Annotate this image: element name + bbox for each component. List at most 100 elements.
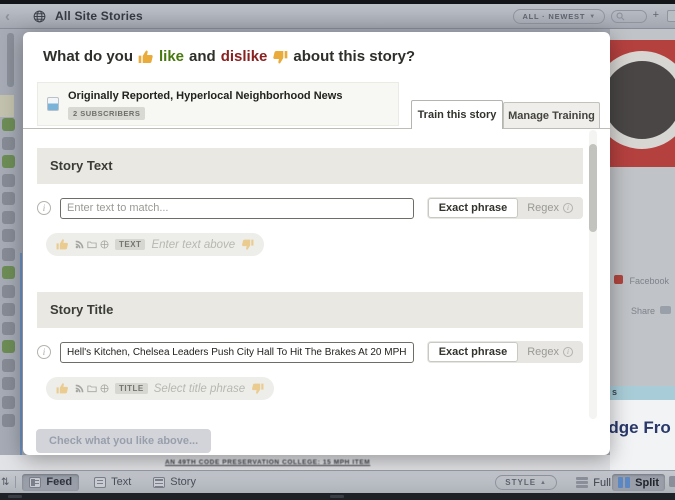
bottom-toolbar: ⇅ Feed Text Story STYLE ▲ Full Split: [0, 470, 675, 493]
folder-icon: [87, 385, 97, 393]
title-suffix: about this story?: [293, 48, 416, 65]
story-photo-speed-sign: [610, 40, 675, 167]
background-feed-favicon: [2, 303, 15, 316]
background-feed-favicon: [2, 395, 15, 409]
app-screen: ‹ All Site Stories ALL · NEWEST ▼ + Face…: [0, 0, 675, 500]
background-feed-block: [0, 95, 14, 117]
globe-icon: [100, 240, 109, 249]
full-layout-label: Full: [593, 476, 611, 489]
story-text-input[interactable]: [60, 197, 414, 219]
full-layout-icon: [576, 477, 589, 488]
check-likes-button[interactable]: Check what you like above...: [36, 429, 212, 453]
background-selected-story-border: [20, 253, 22, 466]
search-icon: [616, 12, 625, 21]
rss-icon: [75, 240, 84, 249]
facebook-label[interactable]: Facebook: [629, 276, 669, 286]
regex-label: Regex: [527, 346, 559, 358]
back-chevron-icon[interactable]: ‹: [5, 9, 10, 24]
background-feed-favicon: [2, 210, 15, 224]
background-feed-favicon: [2, 173, 15, 187]
chevron-down-icon: ▼: [589, 13, 596, 20]
scope-icons: [75, 384, 109, 393]
story-title-input[interactable]: [60, 341, 414, 363]
thumbs-down-icon[interactable]: [251, 382, 264, 395]
feed-filter-label: ALL · NEWEST: [522, 12, 586, 21]
info-icon[interactable]: i: [37, 345, 51, 359]
split-layout-label: Split: [635, 476, 659, 489]
rss-icon: [75, 384, 84, 393]
thumbs-up-icon[interactable]: [56, 238, 69, 251]
story-text-match-mode-toggle: Exact phrase Regex i: [426, 197, 583, 219]
page-title: All Site Stories: [55, 9, 143, 23]
list-layout-icon[interactable]: [669, 476, 675, 487]
title-like-word: like: [159, 48, 185, 65]
story-info-box: Originally Reported, Hyperlocal Neighbor…: [37, 82, 399, 126]
globe-icon: [100, 384, 109, 393]
view-button-story[interactable]: Story: [146, 474, 203, 491]
view-button-text[interactable]: Text: [87, 474, 138, 491]
background-feed-favicon: [2, 284, 15, 298]
subscribers-badge: 2 SUBSCRIBERS: [68, 107, 146, 120]
view-button-feed[interactable]: Feed: [22, 473, 80, 491]
comment-bubble-icon: [660, 306, 671, 314]
story-text-tag-pill[interactable]: TEXT Enter text above: [46, 233, 265, 256]
title-and-word: and: [189, 48, 216, 65]
style-dropdown[interactable]: STYLE ▲: [495, 475, 557, 490]
chevron-up-icon: ▲: [540, 479, 547, 486]
regex-button[interactable]: Regex i: [518, 198, 582, 218]
info-icon[interactable]: i: [37, 201, 51, 215]
modal-scrollbar-thumb[interactable]: [589, 144, 597, 232]
background-feed-favicon: [2, 192, 15, 205]
train-story-modal: What do you like and dislike about this …: [23, 32, 610, 455]
exact-phrase-button[interactable]: Exact phrase: [427, 342, 519, 362]
background-dimmed-caption: AN 49TH CODE PRESERVATION COLLEGE: 15 MP…: [165, 459, 371, 466]
facebook-icon: [614, 275, 623, 284]
story-title-tag-pill[interactable]: TITLE Select title phrase: [46, 377, 275, 400]
background-feed-favicon: [2, 377, 15, 390]
globe-icon: [33, 10, 46, 23]
feed-filter-dropdown[interactable]: ALL · NEWEST ▼: [513, 9, 605, 24]
resize-handle-icon[interactable]: ⇅: [1, 477, 9, 488]
title-prefix: What do you: [43, 48, 133, 65]
os-bottom-strip: [0, 493, 675, 500]
info-icon: i: [563, 203, 573, 213]
story-title-match-row: i Exact phrase Regex i: [37, 341, 583, 363]
site-favicon: [47, 97, 59, 111]
regex-label: Regex: [527, 202, 559, 214]
background-feed-favicon: [2, 358, 15, 372]
layout-button-split[interactable]: Split: [612, 474, 665, 491]
modal-scrollbar[interactable]: [589, 130, 597, 419]
text-tag-hint: Enter text above: [151, 238, 236, 251]
story-text-match-row: i Exact phrase Regex i: [37, 197, 583, 219]
story-source-title: Originally Reported, Hyperlocal Neighbor…: [68, 90, 343, 102]
exact-phrase-button[interactable]: Exact phrase: [427, 198, 519, 218]
scope-icons: [75, 240, 109, 249]
story-view-label: Story: [170, 476, 196, 488]
regex-button[interactable]: Regex i: [518, 342, 582, 362]
background-teal-bar: [610, 386, 675, 400]
background-feed-favicon: [2, 118, 15, 131]
thumbs-down-icon: [272, 49, 288, 65]
style-label: STYLE: [505, 478, 537, 487]
folder-icon: [87, 241, 97, 249]
tab-train-this-story[interactable]: Train this story: [411, 100, 503, 129]
tab-manage-training[interactable]: Manage Training: [503, 102, 600, 128]
info-icon: i: [563, 347, 573, 357]
layout-button-full[interactable]: Full: [570, 474, 617, 491]
save-story-icon[interactable]: [667, 10, 675, 22]
background-feed-favicon: [2, 247, 15, 261]
background-feed-favicon: [2, 321, 15, 335]
thumbs-up-icon[interactable]: [56, 382, 69, 395]
share-label[interactable]: Share: [631, 306, 655, 316]
background-feed-favicon: [2, 340, 15, 353]
search-input[interactable]: [611, 10, 647, 23]
text-view-icon: [94, 476, 107, 488]
add-button[interactable]: +: [653, 9, 659, 21]
thumbs-up-icon: [138, 49, 154, 65]
title-tag-badge: TITLE: [115, 383, 148, 394]
story-view-icon: [153, 476, 166, 488]
thumbs-down-icon[interactable]: [241, 238, 254, 251]
feed-view-icon: [29, 476, 42, 488]
background-headline-fragment: udge Fro: [610, 418, 671, 437]
text-view-label: Text: [111, 476, 132, 488]
